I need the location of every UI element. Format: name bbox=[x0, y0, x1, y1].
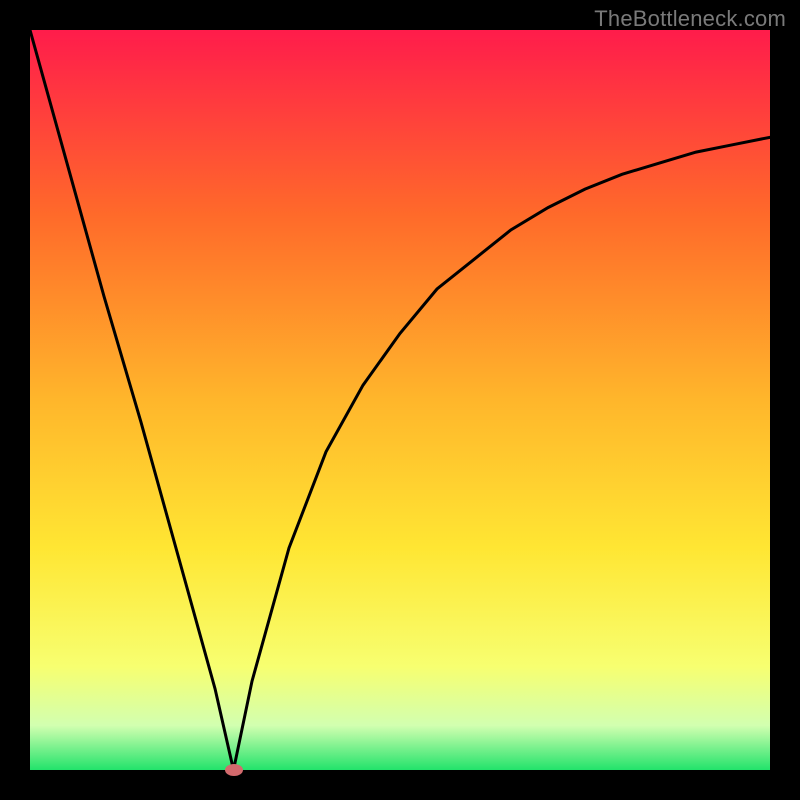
gradient-background bbox=[30, 30, 770, 770]
attribution-text: TheBottleneck.com bbox=[594, 6, 786, 32]
bottleneck-chart bbox=[30, 30, 770, 770]
minimum-marker bbox=[225, 764, 243, 776]
chart-stage: TheBottleneck.com bbox=[0, 0, 800, 800]
